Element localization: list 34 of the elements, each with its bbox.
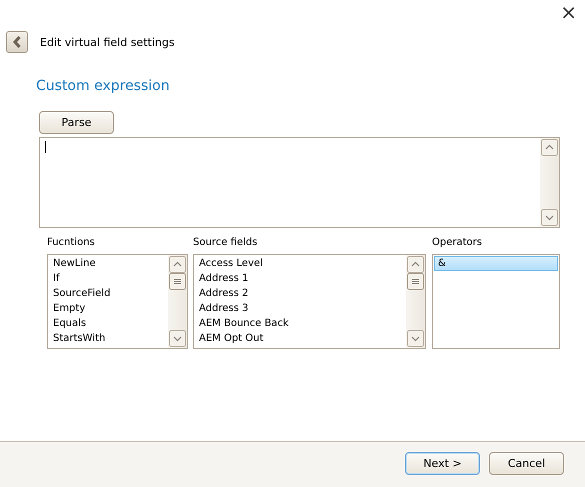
section-heading: Custom expression bbox=[36, 78, 171, 94]
scroll-thumb[interactable] bbox=[407, 273, 424, 290]
parse-button[interactable]: Parse bbox=[39, 111, 114, 134]
next-button[interactable]: Next > bbox=[405, 452, 480, 475]
list-item[interactable]: Access Level bbox=[195, 256, 405, 271]
cancel-button[interactable]: Cancel bbox=[489, 452, 564, 475]
list-item[interactable]: & bbox=[434, 256, 558, 271]
list-label: Fucntions bbox=[47, 237, 96, 249]
list-item[interactable]: NewLine bbox=[49, 256, 167, 271]
list-item[interactable]: AEM Bounce Back bbox=[195, 316, 405, 331]
list-item[interactable]: If bbox=[49, 271, 167, 286]
scroll-up-button[interactable] bbox=[169, 256, 186, 273]
expression-field[interactable] bbox=[39, 137, 560, 228]
list-item[interactable]: Address 3 bbox=[195, 301, 405, 316]
scroll-down-button[interactable] bbox=[541, 209, 558, 226]
list-item[interactable]: SourceField bbox=[49, 286, 167, 301]
list-item[interactable]: Equals bbox=[49, 316, 167, 331]
scroll-up-button[interactable] bbox=[407, 256, 424, 273]
close-button[interactable]: × bbox=[560, 0, 585, 24]
list-item[interactable]: StartsWith bbox=[49, 331, 167, 346]
window-title: Edit virtual field settings bbox=[40, 36, 175, 48]
list-item[interactable]: Empty bbox=[49, 301, 167, 316]
scroll-down-button[interactable] bbox=[169, 330, 186, 347]
list-label: Operators bbox=[432, 237, 483, 249]
scroll-up-button[interactable] bbox=[541, 139, 558, 156]
chevron-left-icon bbox=[12, 35, 22, 49]
back-button[interactable] bbox=[6, 31, 28, 53]
scroll-thumb[interactable] bbox=[169, 273, 186, 290]
list-item[interactable]: Address 1 bbox=[195, 271, 405, 286]
scroll-down-button[interactable] bbox=[407, 330, 424, 347]
list-item[interactable]: AEM Opt Out bbox=[195, 331, 405, 346]
list-label: Source fields bbox=[193, 237, 258, 249]
text-caret bbox=[45, 141, 46, 153]
list-item[interactable]: Address 2 bbox=[195, 286, 405, 301]
